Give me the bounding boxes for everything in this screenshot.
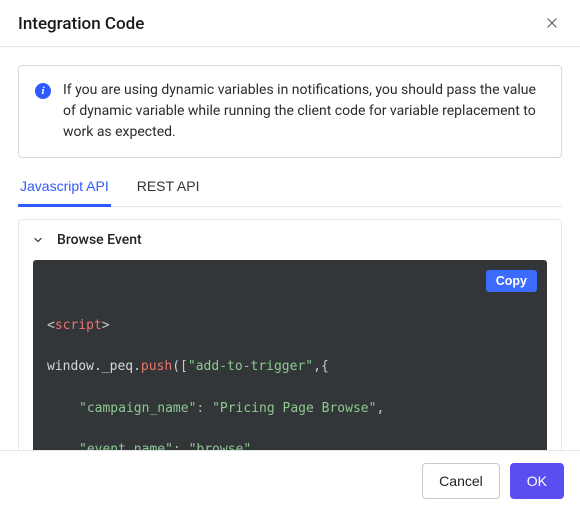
- code-token: push: [141, 359, 172, 374]
- ok-button[interactable]: OK: [510, 463, 564, 499]
- close-button[interactable]: [542, 14, 562, 34]
- code-token: "add-to-trigger": [188, 359, 313, 374]
- info-banner: i If you are using dynamic variables in …: [18, 65, 562, 158]
- code-token: "Pricing Page Browse": [212, 401, 376, 416]
- chevron-down-icon: [31, 233, 45, 247]
- code-token: window._peq: [47, 359, 133, 374]
- code-token: <: [47, 318, 55, 333]
- tab-javascript-api[interactable]: Javascript API: [18, 172, 111, 207]
- tab-rest-api[interactable]: REST API: [135, 172, 202, 207]
- code-token: ([: [172, 359, 188, 374]
- code-token: .: [133, 359, 141, 374]
- code-token: >: [102, 318, 110, 333]
- info-text: If you are using dynamic variables in no…: [63, 80, 545, 143]
- tabs: Javascript API REST API: [18, 172, 562, 207]
- code-token: ,{: [313, 359, 329, 374]
- cancel-button[interactable]: Cancel: [422, 463, 500, 499]
- section-title: Browse Event: [57, 232, 142, 248]
- code-token: ,: [376, 401, 384, 416]
- info-icon: i: [35, 83, 51, 99]
- copy-button[interactable]: Copy: [486, 270, 537, 292]
- close-icon: [545, 16, 559, 33]
- modal-title: Integration Code: [18, 14, 144, 34]
- section-toggle[interactable]: Browse Event: [19, 220, 561, 260]
- code-block: Copy <script> window._peq.push(["add-to-…: [33, 260, 547, 450]
- code-token: "browse": [189, 442, 252, 450]
- code-token: "event_name":: [79, 442, 181, 450]
- browse-event-panel: Browse Event Copy <script> window._peq.p…: [18, 219, 562, 450]
- code-token: ,: [251, 442, 259, 450]
- code-token: script: [55, 318, 102, 333]
- code-token: "campaign_name":: [79, 401, 204, 416]
